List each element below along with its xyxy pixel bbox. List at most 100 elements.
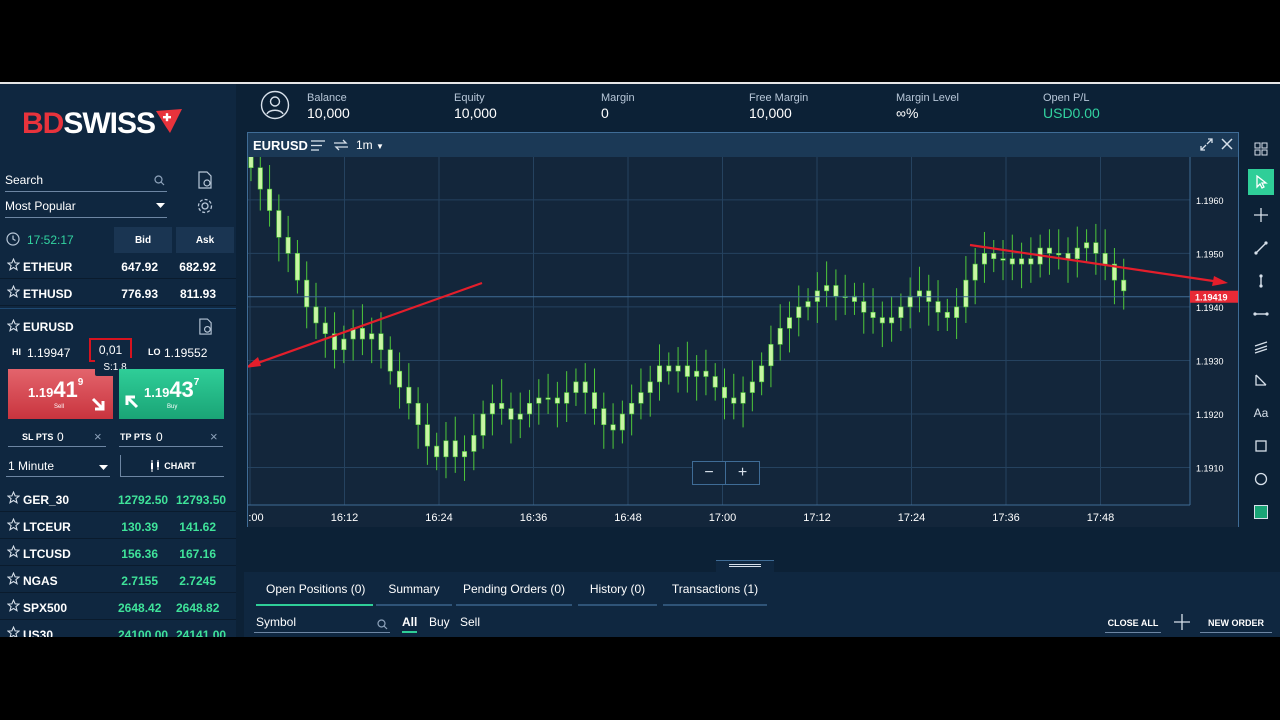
ask-price[interactable]: 24141.00 — [176, 628, 226, 637]
bid-price[interactable]: 647.92 — [118, 260, 158, 274]
tab-pending-orders[interactable]: Pending Orders (0) — [456, 582, 572, 606]
crosshair-icon[interactable] — [1248, 202, 1274, 228]
high-price: 1.19947 — [27, 346, 71, 360]
add-watchlist-icon[interactable] — [195, 170, 215, 190]
clear-icon[interactable]: × — [210, 429, 218, 444]
instrument-row-etheur[interactable]: ETHEUR 647.92 682.92 — [0, 253, 236, 279]
chart-button[interactable]: CHART — [120, 455, 224, 477]
timeframe-select[interactable]: 1 Minute — [6, 455, 110, 477]
compare-icon[interactable] — [333, 139, 349, 151]
ask-price[interactable]: 2.7245 — [176, 574, 216, 588]
x-tick-label: 16:24 — [425, 512, 453, 524]
candle-body — [424, 424, 430, 447]
menu-icon[interactable] — [311, 140, 325, 151]
vertical-line-icon[interactable] — [1248, 268, 1274, 294]
ask-price[interactable]: 141.62 — [176, 520, 216, 534]
instrument-info-icon[interactable] — [196, 316, 214, 336]
tab-summary[interactable]: Summary — [376, 582, 452, 606]
ellipse-icon[interactable] — [1248, 466, 1274, 492]
y-tick-label: 1.1950 — [1196, 249, 1224, 259]
close-icon[interactable] — [1221, 138, 1233, 150]
star-icon[interactable] — [6, 544, 21, 561]
gear-icon[interactable] — [195, 196, 215, 216]
star-icon[interactable] — [6, 598, 21, 615]
filter-buy[interactable]: Buy — [429, 615, 450, 629]
star-icon[interactable] — [6, 517, 21, 534]
stop-loss-field[interactable]: SL PTS 0 × — [8, 429, 106, 447]
clear-icon[interactable]: × — [94, 429, 102, 444]
bid-price[interactable]: 12792.50 — [118, 493, 168, 507]
ask-price[interactable]: 2648.82 — [176, 601, 219, 615]
filter-sell[interactable]: Sell — [460, 615, 480, 629]
star-icon[interactable] — [6, 490, 21, 507]
rectangle-icon[interactable] — [1248, 433, 1274, 459]
layout-grid-icon[interactable] — [1248, 136, 1274, 162]
bid-price[interactable]: 776.93 — [118, 287, 158, 301]
channel-icon[interactable] — [1248, 334, 1274, 360]
bid-price[interactable]: 2648.42 — [118, 601, 161, 615]
candle-body — [833, 285, 839, 297]
open-pl-stat: Open P/L USD0.00 — [1043, 92, 1100, 121]
star-icon[interactable] — [6, 318, 21, 337]
filter-all[interactable]: All — [402, 615, 418, 633]
instrument-row[interactable]: LTCEUR 130.39 141.62 — [0, 513, 236, 539]
expand-icon[interactable] — [1200, 138, 1213, 151]
instrument-row-ethusd[interactable]: ETHUSD 776.93 811.93 — [0, 280, 236, 306]
zoom-out-button[interactable]: − — [693, 462, 726, 484]
bdswiss-logo[interactable]: BD SWISS — [22, 106, 183, 142]
zoom-in-button[interactable]: + — [726, 462, 759, 484]
star-icon[interactable] — [6, 571, 21, 588]
candle-body — [666, 365, 672, 372]
instrument-symbol: SPX500 — [23, 601, 68, 615]
bid-price[interactable]: 130.39 — [118, 520, 158, 534]
chart-timeframe-select[interactable]: 1m ▼ — [356, 138, 384, 152]
instrument-symbol: ETHUSD — [23, 287, 73, 301]
candle-body — [1046, 247, 1052, 254]
bid-price[interactable]: 156.36 — [118, 547, 158, 561]
star-icon[interactable] — [6, 257, 21, 274]
instrument-row[interactable]: NGAS 2.7155 2.7245 — [0, 567, 236, 593]
take-profit-field[interactable]: TP PTS 0 × — [119, 429, 223, 447]
trend-line-icon[interactable] — [1248, 235, 1274, 261]
candle-body — [721, 386, 727, 399]
close-all-button[interactable]: CLOSE ALL — [1105, 613, 1161, 633]
tab-history[interactable]: History (0) — [578, 582, 657, 606]
candle-body — [777, 328, 783, 345]
chart-symbol: EURUSD — [253, 138, 308, 153]
instrument-row[interactable]: SPX500 2648.42 2648.82 — [0, 594, 236, 620]
new-order-button[interactable]: NEW ORDER — [1200, 613, 1272, 633]
panel-resize-handle[interactable] — [716, 560, 774, 572]
search-input[interactable]: Search — [5, 168, 167, 192]
plus-icon[interactable] — [1174, 614, 1190, 630]
instrument-row[interactable]: LTCUSD 156.36 167.16 — [0, 540, 236, 566]
ask-price[interactable]: 682.92 — [176, 260, 216, 274]
candle-body — [749, 381, 755, 393]
balance-label: Balance — [307, 92, 347, 104]
positions-panel: Open Positions (0) Summary Pending Order… — [244, 572, 1280, 637]
sell-label: Sell — [54, 404, 65, 410]
star-icon[interactable] — [6, 284, 21, 301]
instrument-row[interactable]: US30 24100.00 24141.00 — [0, 621, 236, 637]
text-tool-icon[interactable]: Aa — [1248, 400, 1274, 426]
pitchfork-icon[interactable] — [1248, 367, 1274, 393]
user-avatar-icon[interactable] — [260, 90, 290, 120]
color-swatch-icon[interactable] — [1248, 499, 1274, 525]
sell-button[interactable]: 1.19419 Sell — [8, 369, 113, 419]
cursor-tool-icon[interactable] — [1248, 169, 1274, 195]
ask-price[interactable]: 811.93 — [176, 287, 216, 301]
candle-body — [740, 392, 746, 404]
tab-transactions[interactable]: Transactions (1) — [663, 582, 767, 606]
candle-body — [629, 402, 635, 415]
ask-price[interactable]: 12793.50 — [176, 493, 226, 507]
buy-button[interactable]: 1.19437 Buy — [119, 369, 224, 419]
tab-open-positions[interactable]: Open Positions (0) — [256, 582, 373, 606]
horizontal-line-icon[interactable] — [1248, 301, 1274, 327]
bid-price[interactable]: 2.7155 — [118, 574, 158, 588]
candle-body — [786, 317, 792, 329]
instrument-filter-select[interactable]: Most Popular — [5, 194, 167, 218]
bid-price[interactable]: 24100.00 — [118, 628, 168, 637]
ask-price[interactable]: 167.16 — [176, 547, 216, 561]
symbol-filter-input[interactable]: Symbol — [254, 613, 390, 633]
instrument-row[interactable]: GER_30 12792.50 12793.50 — [0, 486, 236, 512]
star-icon[interactable] — [6, 625, 21, 637]
